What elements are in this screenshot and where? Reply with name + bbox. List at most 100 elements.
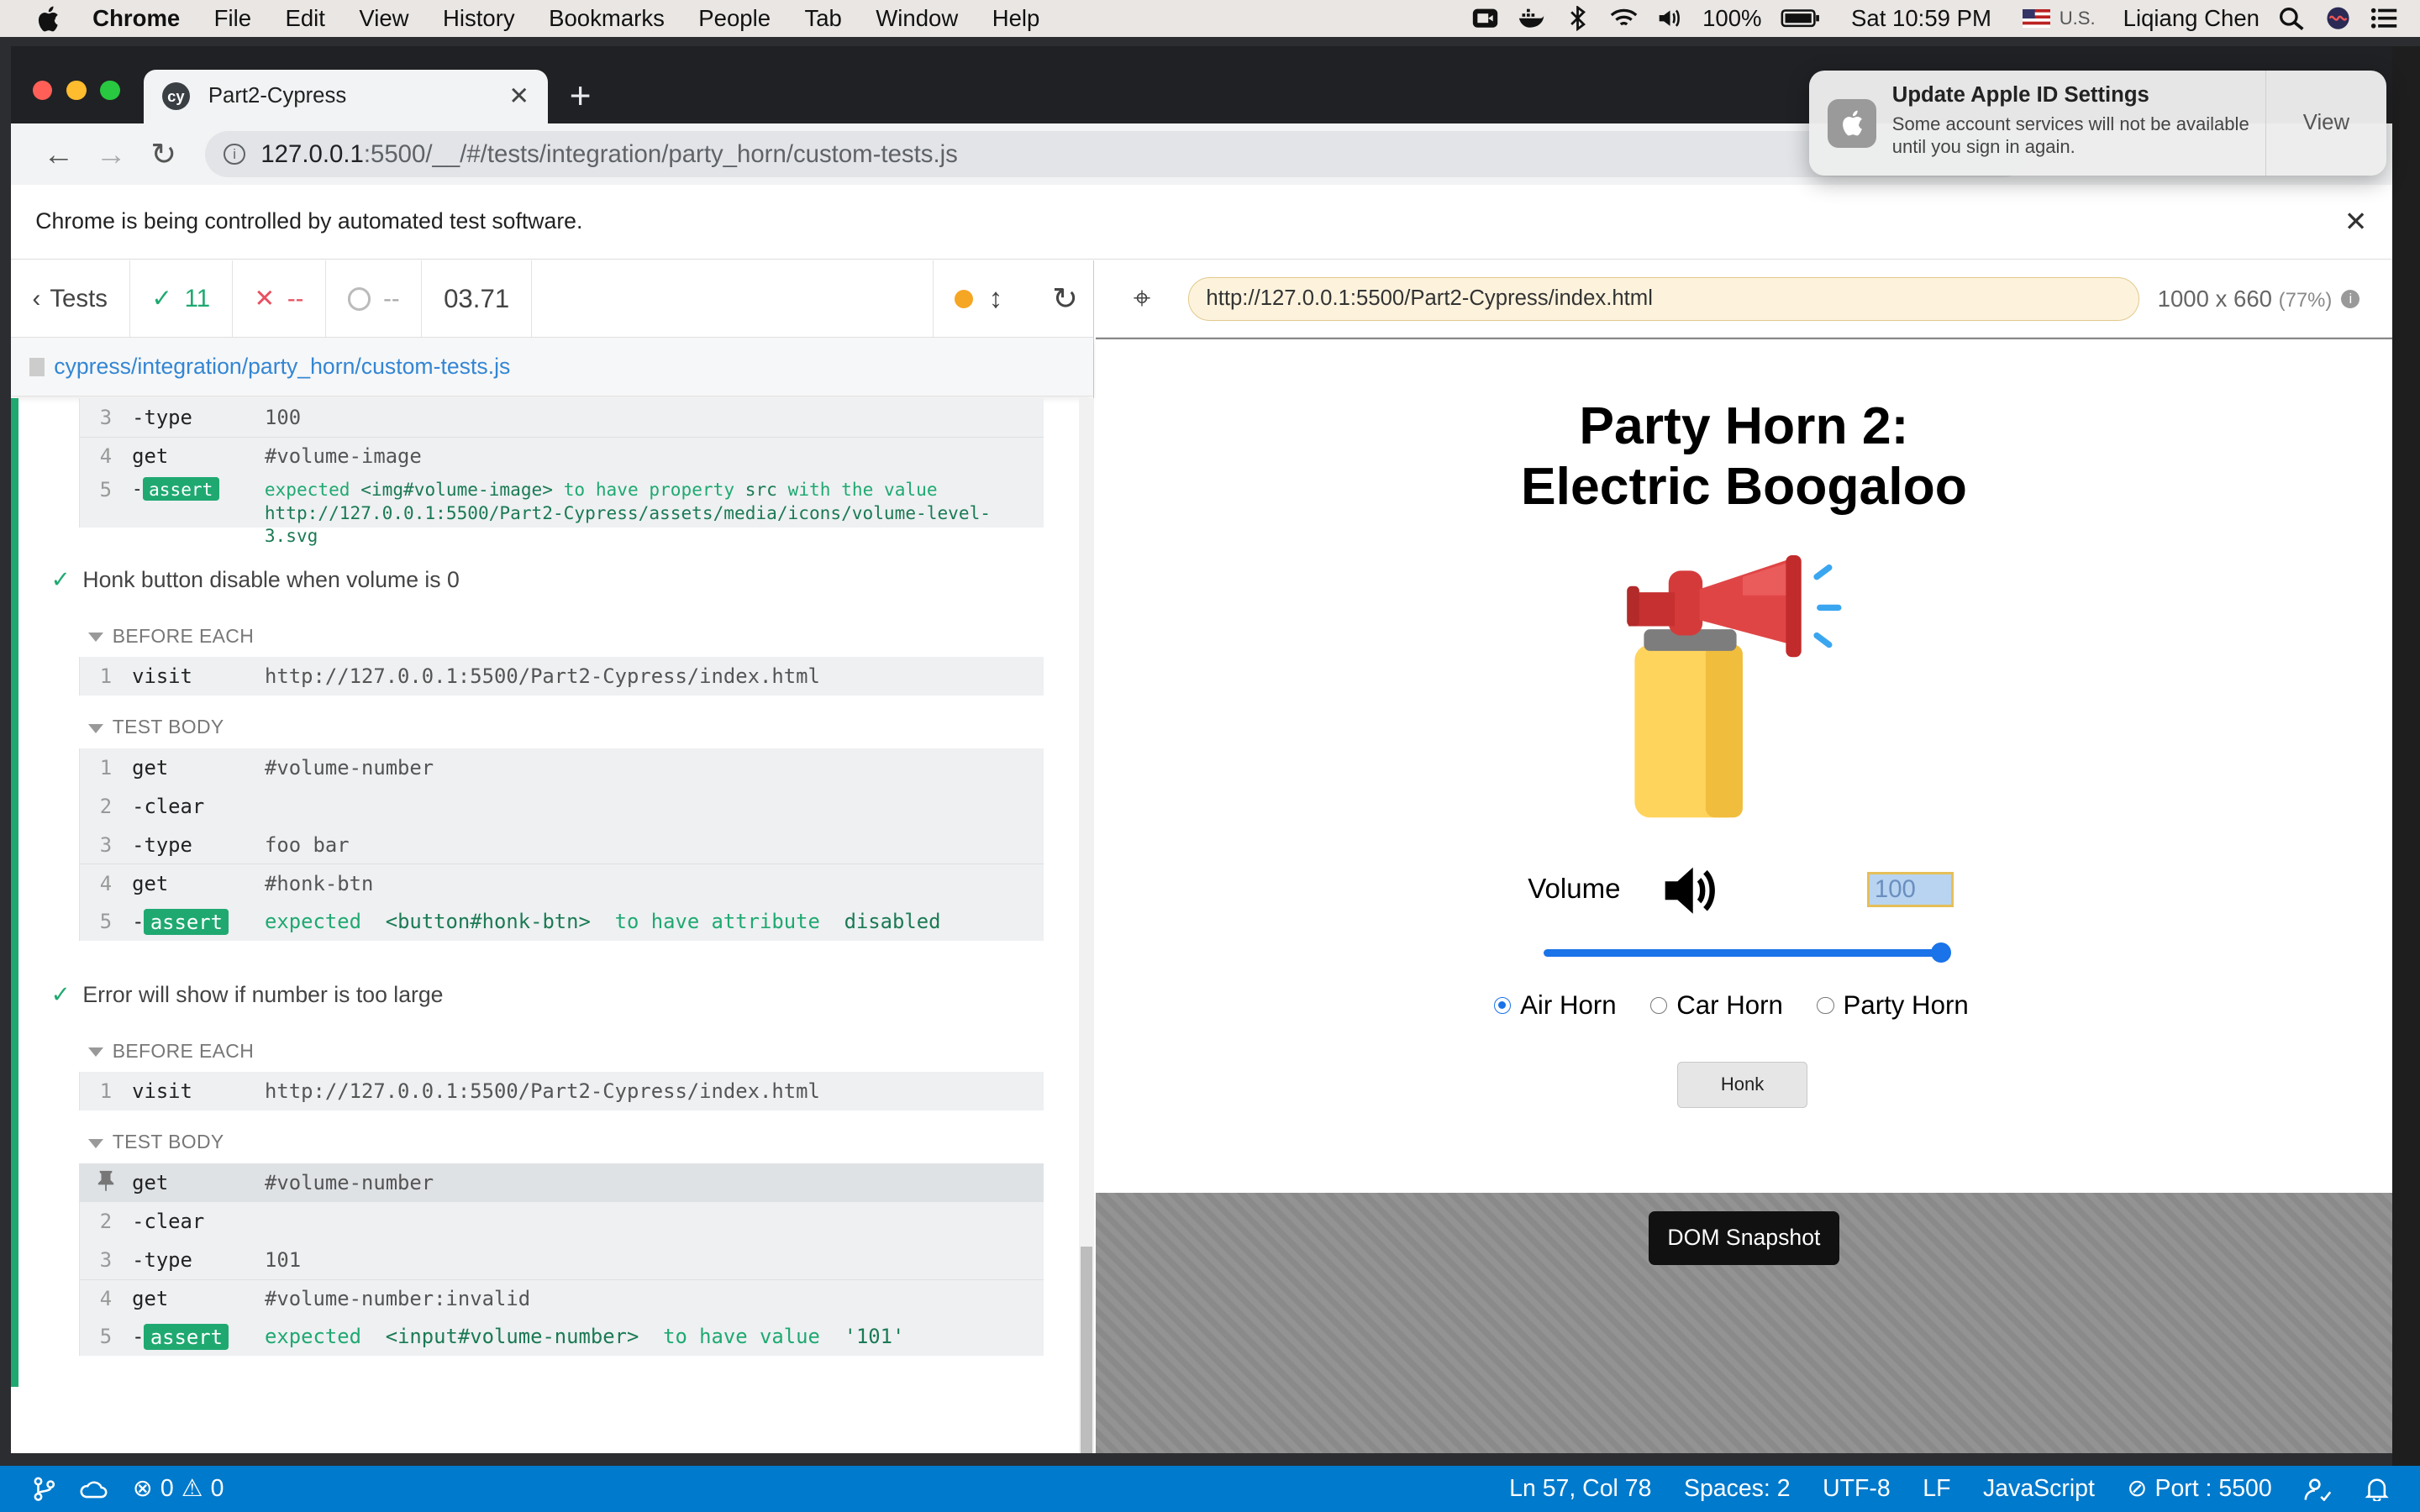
selector-playground-icon[interactable]: ⌖ [1096, 281, 1188, 317]
siri-icon[interactable] [2324, 6, 2352, 30]
menu-people[interactable]: People [698, 5, 771, 32]
close-infobar-icon[interactable]: ✕ [2344, 205, 2368, 239]
url-path: :5500/__/#/tests/integration/party_horn/… [363, 139, 958, 168]
assert-subject: <button#honk-btn> [385, 910, 591, 934]
notifications-bell-icon[interactable] [2365, 1477, 2389, 1502]
volume-slider[interactable] [1543, 942, 1951, 963]
failed-count: ✕ -- [233, 260, 327, 338]
indentation[interactable]: Spaces: 2 [1684, 1475, 1791, 1503]
file-encoding[interactable]: UTF-8 [1823, 1475, 1891, 1503]
new-tab-icon[interactable]: + [570, 76, 592, 118]
feedback-icon[interactable] [2304, 1477, 2332, 1502]
docker-icon[interactable] [1518, 6, 1545, 30]
back-arrow-icon[interactable]: ← [33, 137, 85, 172]
sync-cloud-icon[interactable] [80, 1478, 108, 1500]
command-row[interactable]: 3 -type 101 [80, 1241, 1044, 1279]
line-ending[interactable]: LF [1923, 1475, 1950, 1503]
apple-menu-icon[interactable] [34, 5, 61, 33]
scrollbar-thumb[interactable] [1080, 1247, 1093, 1454]
volume-number-input[interactable]: 100 [1867, 871, 1954, 907]
radio-party-horn[interactable]: Party Horn [1817, 990, 1969, 1021]
reporter-scrollbar[interactable] [1078, 397, 1095, 1454]
live-server-port[interactable]: ⊘ Port : 5500 [2127, 1474, 2271, 1503]
close-window-button[interactable] [32, 80, 53, 101]
no-entry-icon: ⊘ [2127, 1475, 2148, 1503]
test-title[interactable]: ✓ Honk button disable when volume is 0 [51, 566, 460, 593]
command-row[interactable]: 4 get #honk-btn [79, 864, 1044, 902]
radio-car-horn[interactable]: Car Horn [1650, 990, 1783, 1021]
menu-bookmarks[interactable]: Bookmarks [549, 5, 665, 32]
radio-unselected-icon[interactable] [1817, 997, 1834, 1015]
duration: 03.71 [422, 260, 532, 338]
cursor-position[interactable]: Ln 57, Col 78 [1509, 1475, 1651, 1503]
file-icon [29, 357, 45, 376]
assert-row[interactable]: 5 - assert expected <button#honk-btn> to … [80, 902, 1044, 941]
git-branch-icon[interactable] [34, 1477, 55, 1501]
command-row[interactable]: 4 get #volume-number:invalid [79, 1278, 1044, 1318]
radio-unselected-icon[interactable] [1650, 997, 1668, 1015]
hook-before-each[interactable]: BEFORE EACH [87, 1040, 254, 1063]
rerun-icon[interactable]: ↻ [1052, 281, 1078, 317]
command-row[interactable]: 1 visit http://127.0.0.1:5500/Part2-Cypres… [80, 657, 1044, 696]
apple-id-notification[interactable]: Update Apple ID Settings Some account se… [1808, 71, 2386, 176]
language-mode[interactable]: JavaScript [1983, 1475, 2095, 1503]
menu-tab[interactable]: Tab [804, 5, 841, 32]
spotlight-search-icon[interactable] [2278, 6, 2306, 31]
battery-icon[interactable] [1781, 6, 1821, 30]
command-row[interactable]: 2 -clear [80, 787, 1044, 826]
radio-air-horn[interactable]: Air Horn [1493, 990, 1617, 1021]
browser-tab[interactable]: cy Part2-Cypress ✕ [143, 69, 548, 123]
test-title-text: Error will show if number is too large [82, 981, 444, 1007]
notification-view-button[interactable]: View [2265, 71, 2386, 176]
menu-edit[interactable]: Edit [285, 5, 324, 32]
menu-app-name[interactable]: Chrome [92, 5, 180, 32]
tests-back-button[interactable]: ‹ Tests [11, 260, 130, 338]
command-row[interactable]: 4 get #volume-image [79, 436, 1044, 475]
user-name[interactable]: Liqiang Chen [2123, 5, 2260, 32]
input-source[interactable]: U.S. [2060, 8, 2096, 29]
volume-slider-thumb[interactable] [1930, 942, 1951, 963]
us-flag-icon[interactable] [2022, 9, 2050, 29]
close-tab-icon[interactable]: ✕ [508, 81, 529, 111]
assert-row[interactable]: 5 - assert expected <img#volume-image> to… [80, 475, 1044, 546]
menu-window[interactable]: Window [876, 5, 958, 32]
command-row-pinned[interactable]: get #volume-number [79, 1163, 1044, 1202]
problems-indicator[interactable]: ⊗ 0 ⚠ 0 [133, 1474, 224, 1503]
command-group: get #volume-number 2 -clear 3 -type 101 4 get… [78, 1163, 1044, 1357]
reload-icon[interactable]: ↻ [137, 136, 189, 172]
test-title[interactable]: ✓ Error will show if number is too large [51, 981, 444, 1008]
address-bar[interactable]: i 127.0.0.1:5500/__/#/tests/integration/… [205, 131, 2027, 178]
menu-history[interactable]: History [443, 5, 515, 32]
aut-url[interactable]: http://127.0.0.1:5500/Part2-Cypress/inde… [1188, 277, 2139, 321]
command-row[interactable]: 2 -clear [80, 1202, 1044, 1241]
pin-icon[interactable] [80, 1169, 132, 1196]
forward-arrow-icon[interactable]: → [85, 137, 137, 172]
spec-path[interactable]: cypress/integration/party_horn/custom-te… [54, 354, 510, 380]
menu-help[interactable]: Help [992, 5, 1040, 32]
menu-view[interactable]: View [359, 5, 408, 32]
pending-circle-icon [347, 287, 371, 311]
honk-button[interactable]: Honk [1677, 1061, 1807, 1108]
notification-center-icon[interactable] [2370, 6, 2398, 30]
command-number: 2 [99, 794, 113, 818]
maximize-window-button[interactable] [100, 80, 121, 101]
bluetooth-icon[interactable] [1564, 6, 1591, 31]
viewport-info-icon[interactable]: i [2341, 289, 2360, 308]
menu-file[interactable]: File [214, 5, 251, 32]
minimize-window-button[interactable] [66, 80, 87, 101]
radio-selected-icon[interactable] [1493, 997, 1512, 1015]
clock[interactable]: Sat 10:59 PM [1851, 5, 1991, 32]
volume-icon[interactable] [1656, 6, 1684, 30]
command-row[interactable]: 3 -type 100 [80, 398, 1044, 437]
assert-row[interactable]: 5 - assert expected <input#volume-number>… [80, 1317, 1044, 1356]
auto-scroll-toggle-icon[interactable]: ↕ [989, 283, 1003, 315]
wifi-icon[interactable] [1610, 6, 1638, 30]
command-row[interactable]: 3 -type foo bar [80, 826, 1044, 864]
zoom-video-icon[interactable] [1471, 6, 1499, 30]
command-row[interactable]: 1 get #volume-number [80, 748, 1044, 787]
command-row[interactable]: 1 visit http://127.0.0.1:5500/Part2-Cypres… [80, 1072, 1044, 1110]
hook-before-each[interactable]: BEFORE EACH [87, 625, 254, 648]
hook-test-body[interactable]: TEST BODY [87, 1131, 224, 1153]
hook-test-body[interactable]: TEST BODY [87, 716, 224, 738]
site-info-icon[interactable]: i [224, 143, 245, 165]
